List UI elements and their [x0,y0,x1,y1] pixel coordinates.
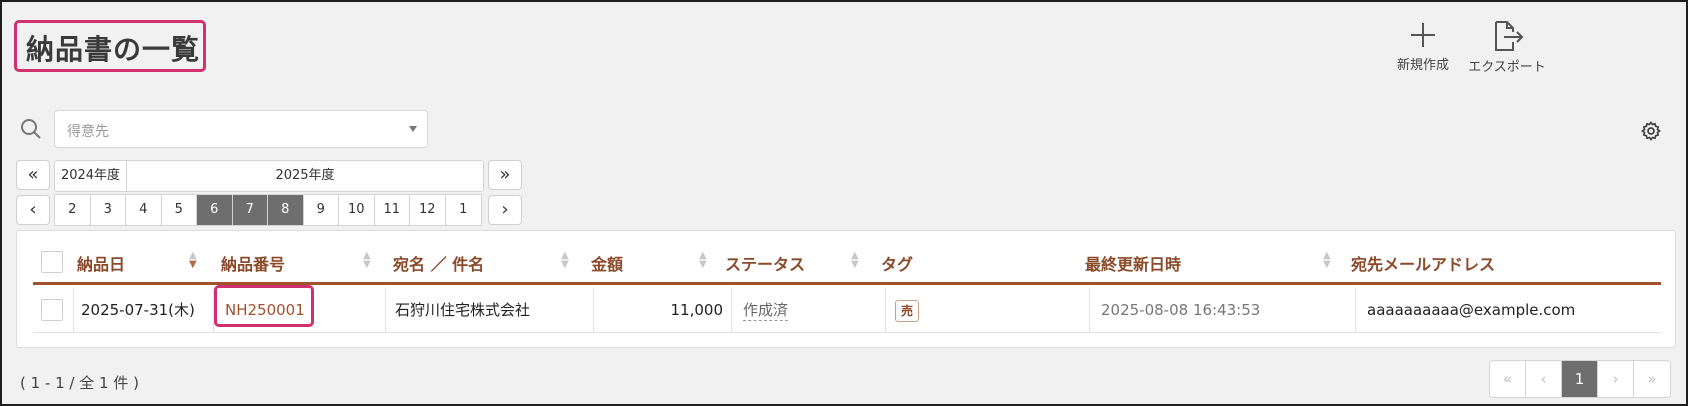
sort-icon[interactable]: ▲ ▼ [1323,251,1331,270]
sort-icon[interactable]: ▲ ▼ [699,251,707,270]
column-divider [885,287,886,333]
chevron-down-icon [409,126,417,132]
month-item[interactable]: 12 [410,195,446,225]
month-item[interactable]: 10 [339,195,375,225]
month-item[interactable]: 8 [268,195,304,225]
new-button[interactable]: 新規作成 [1378,20,1468,73]
pagination: « ‹ 1 › » [1489,360,1671,398]
column-header-recipient[interactable]: 宛名 ／ 件名 [393,251,484,281]
month-item[interactable]: 7 [232,195,268,225]
next-month-button[interactable]: › [488,195,522,225]
column-header-email: 宛先メールアドレス [1351,255,1496,274]
fiscal-year-bar: 2024年度 2025年度 [54,160,484,192]
first-page-button[interactable]: « [1490,361,1526,397]
search-icon [21,119,41,139]
cell-amount: 11,000 [670,301,724,319]
column-header-number[interactable]: 納品番号 [221,251,285,281]
prev-fiscal-year[interactable]: 2024年度 [55,161,127,191]
new-button-label: 新規作成 [1396,58,1449,73]
column-divider [73,287,74,333]
tag-badge: 売 [895,299,919,322]
chevron-left-icon: ‹ [29,199,37,220]
select-all-checkbox[interactable] [41,251,63,273]
customer-select[interactable]: 得意先 [54,110,428,148]
page-title: 納品書の一覧 [26,33,201,66]
month-item[interactable]: 4 [126,195,162,225]
prev-month-button[interactable]: ‹ [16,195,50,225]
sort-icon[interactable]: ▲ ▼ [189,251,197,270]
prev-year-button[interactable]: « [16,160,50,190]
column-divider [1089,287,1090,333]
column-header-status[interactable]: ステータス [725,251,805,281]
number-highlight [214,285,314,327]
month-item[interactable]: 3 [91,195,126,225]
result-count: ( 1 - 1 / 全 1 件 ) [20,374,139,392]
sort-icon[interactable]: ▲ ▼ [851,251,859,270]
export-button[interactable]: エクスポート [1462,20,1552,75]
month-item[interactable]: 9 [304,195,339,225]
cell-recipient: 石狩川住宅株式会社 [395,301,531,319]
app-frame: 納品書の一覧 新規作成 エクスポート 得意先 « ‹ 2024年度 2025年度… [0,0,1688,406]
column-header-updated[interactable]: 最終更新日時 [1085,251,1181,281]
export-button-label: エクスポート [1468,60,1546,75]
month-item[interactable]: 2 [55,195,91,225]
customer-search: 得意先 [16,110,428,148]
sort-icon[interactable]: ▲ ▼ [363,251,371,270]
cell-status[interactable]: 作成済 [743,287,789,333]
column-header-amount[interactable]: 金額 [591,251,623,281]
next-year-button[interactable]: » [488,160,522,190]
cell-email: aaaaaaaaaa@example.com [1367,301,1576,319]
column-header-tag: タグ [881,255,914,274]
column-header-date[interactable]: 納品日 [77,251,125,281]
cell-date: 2025-07-31(木) [81,301,195,319]
current-fiscal-year[interactable]: 2025年度 [127,161,483,191]
month-item[interactable]: 5 [162,195,197,225]
column-divider [731,287,732,333]
customer-select-placeholder: 得意先 [67,124,109,140]
month-item[interactable]: 1 [446,195,482,225]
month-item[interactable]: 11 [375,195,410,225]
gear-icon[interactable] [1640,120,1662,142]
double-chevron-right-icon: » [499,164,511,185]
prev-page-button[interactable]: ‹ [1526,361,1562,397]
row-checkbox[interactable] [41,299,63,321]
month-selector: 2 3 4 5 6 7 8 9 10 11 12 1 [54,194,482,226]
cell-updated: 2025-08-08 16:43:53 [1101,301,1261,319]
export-icon [1495,21,1524,51]
current-page[interactable]: 1 [1562,361,1598,397]
status-text[interactable]: 作成済 [743,300,789,321]
month-item[interactable]: 6 [197,195,233,225]
column-divider [385,287,386,333]
sort-icon[interactable]: ▲ ▼ [561,251,569,270]
column-divider [1355,287,1356,333]
last-page-button[interactable]: » [1634,361,1670,397]
next-page-button[interactable]: › [1598,361,1634,397]
chevron-right-icon: › [501,199,509,220]
double-chevron-left-icon: « [27,164,39,185]
plus-icon [1411,23,1435,47]
cell-tag: 売 [895,287,919,333]
